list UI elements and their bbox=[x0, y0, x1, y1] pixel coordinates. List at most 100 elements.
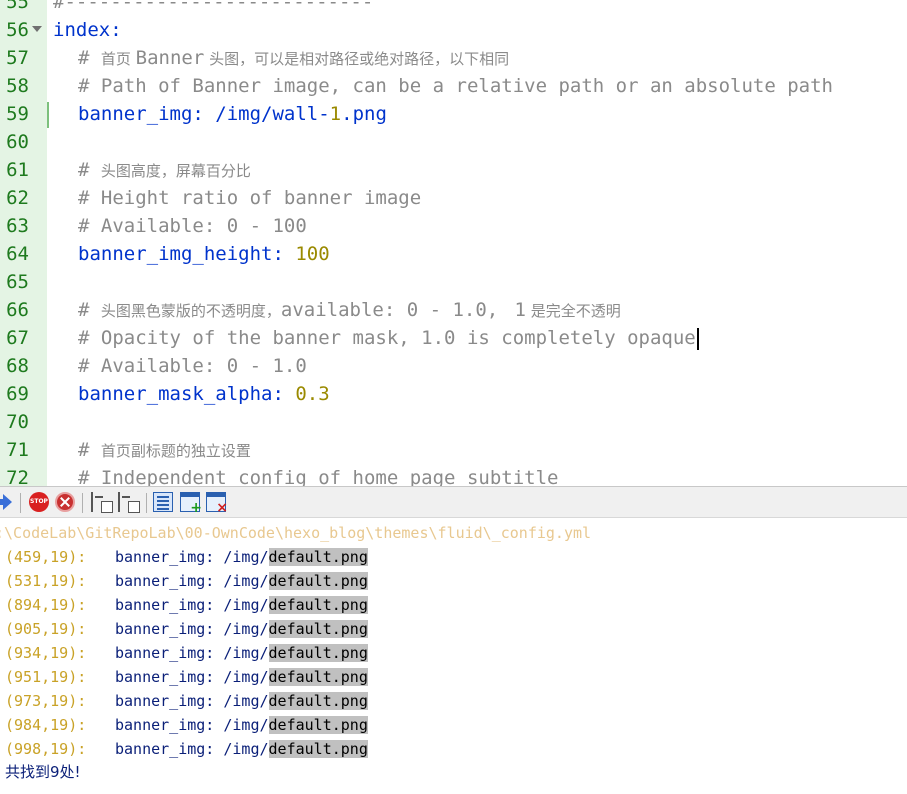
code-text[interactable]: #--------------------------- bbox=[53, 0, 373, 16]
code-text[interactable]: # Available: 0 - 1.0 bbox=[78, 352, 307, 380]
code-line[interactable]: 63 # Available: 0 - 100 bbox=[0, 212, 907, 240]
code-line[interactable]: 71 # 首页副标题的独立设置 bbox=[0, 436, 907, 464]
comment-text: 头图高度，屏幕百分比 bbox=[100, 162, 251, 180]
hit-match: default.png bbox=[268, 692, 368, 710]
code-line[interactable]: 67 # Opacity of the banner mask, 1.0 is c… bbox=[0, 324, 907, 352]
hit-match: default.png bbox=[268, 596, 368, 614]
arrow-icon[interactable] bbox=[0, 494, 12, 510]
close-circle-icon[interactable] bbox=[55, 492, 75, 512]
expand-tree-icon[interactable] bbox=[118, 492, 140, 513]
code-text[interactable]: index: bbox=[53, 16, 122, 44]
hit-position: (984,19): bbox=[5, 716, 87, 734]
find-results-panel[interactable]: :\CodeLab\GitRepoLab\00-OwnCode\hexo_blo… bbox=[0, 518, 907, 794]
code-line[interactable]: 66 # 头图黑色蒙版的不透明度，available: 0 - 1.0, 1 是完… bbox=[0, 296, 907, 324]
code-line[interactable]: 58 # Path of Banner image, can be a relat… bbox=[0, 72, 907, 100]
result-hit-row[interactable]: (973,19): banner_img: /img/default.png bbox=[0, 689, 907, 713]
code-editor[interactable]: 55 #--------------------------- 56 index: 57… bbox=[0, 0, 907, 486]
window-close-icon[interactable] bbox=[206, 492, 228, 516]
comment-marker: # bbox=[78, 187, 101, 209]
comment-marker: # bbox=[78, 215, 101, 237]
minus-mark bbox=[103, 505, 109, 507]
code-text[interactable]: # Independent config of home page subtit… bbox=[78, 464, 558, 486]
toolbar-separator bbox=[20, 493, 21, 513]
hit-match: default.png bbox=[268, 740, 368, 758]
result-hit-row[interactable]: (998,19): banner_img: /img/default.png bbox=[0, 737, 907, 761]
hit-context: banner_img: /img/ bbox=[115, 596, 269, 614]
code-text[interactable]: # Opacity of the banner mask, 1.0 is com… bbox=[78, 324, 699, 352]
hit-text: banner_img: /img/default.png bbox=[115, 569, 368, 593]
result-hit-row[interactable]: (984,19): banner_img: /img/default.png bbox=[0, 713, 907, 737]
result-hit-row[interactable]: (905,19): banner_img: /img/default.png bbox=[0, 617, 907, 641]
hit-text: banner_img: /img/default.png bbox=[115, 665, 368, 689]
line-number: 67 bbox=[6, 327, 29, 349]
comment-text: 头图黑色蒙版的不透明度， bbox=[100, 302, 281, 320]
code-text[interactable]: banner_img_height: 100 bbox=[78, 240, 330, 268]
code-line[interactable]: 70 bbox=[0, 408, 907, 436]
result-summary: 共找到9处! bbox=[5, 763, 81, 781]
code-text[interactable]: # Height ratio of banner image bbox=[78, 184, 421, 212]
line-number: 68 bbox=[6, 355, 29, 377]
result-hit-row[interactable]: (459,19): banner_img: /img/default.png bbox=[0, 545, 907, 569]
hit-position: (894,19): bbox=[5, 596, 87, 614]
code-line[interactable]: 64 banner_img_height: 100 bbox=[0, 240, 907, 268]
config-number: 100 bbox=[295, 243, 330, 265]
comment-marker: # bbox=[78, 299, 101, 321]
line-number: 65 bbox=[6, 271, 29, 293]
code-text[interactable]: # 头图黑色蒙版的不透明度，available: 0 - 1.0, 1 是完全不… bbox=[78, 296, 621, 324]
code-text[interactable]: # Path of Banner image, can be a relativ… bbox=[78, 72, 833, 100]
stop-icon[interactable]: STOP bbox=[29, 492, 49, 512]
hit-match: default.png bbox=[268, 548, 368, 566]
collapse-tree-icon[interactable] bbox=[91, 492, 113, 513]
result-hit-row[interactable]: (934,19): banner_img: /img/default.png bbox=[0, 641, 907, 665]
code-line[interactable]: 60 bbox=[0, 128, 907, 156]
hit-match: default.png bbox=[268, 572, 368, 590]
line-number: 70 bbox=[6, 411, 29, 433]
code-line[interactable]: 72 # Independent config of home page subt… bbox=[0, 464, 907, 486]
config-key: banner_img_height bbox=[78, 243, 273, 265]
comment-text: 首页副标题的独立设置 bbox=[100, 442, 251, 460]
find-results-toolbar: STOP bbox=[0, 486, 907, 518]
hit-position: (531,19): bbox=[5, 572, 87, 590]
hit-context: banner_img: /img/ bbox=[115, 572, 269, 590]
config-number: 0.3 bbox=[295, 383, 330, 405]
hit-text: banner_img: /img/default.png bbox=[115, 593, 368, 617]
config-value: /img/wall- bbox=[215, 103, 330, 125]
comment-text: Height ratio of banner image bbox=[100, 187, 422, 209]
code-text[interactable]: banner_mask_alpha: 0.3 bbox=[78, 380, 330, 408]
result-hit-row[interactable]: (894,19): banner_img: /img/default.png bbox=[0, 593, 907, 617]
code-line[interactable]: 69 banner_mask_alpha: 0.3 bbox=[0, 380, 907, 408]
code-text[interactable]: # 头图高度，屏幕百分比 bbox=[78, 156, 251, 184]
hit-match: default.png bbox=[268, 620, 368, 638]
hit-match: default.png bbox=[268, 668, 368, 686]
line-number: 62 bbox=[6, 187, 29, 209]
code-text[interactable]: # 首页副标题的独立设置 bbox=[78, 436, 251, 464]
code-line[interactable]: 55 #--------------------------- bbox=[0, 0, 907, 16]
result-hit-row[interactable]: (951,19): banner_img: /img/default.png bbox=[0, 665, 907, 689]
result-file-path[interactable]: :\CodeLab\GitRepoLab\00-OwnCode\hexo_blo… bbox=[0, 521, 591, 545]
hit-text: banner_img: /img/default.png bbox=[115, 545, 368, 569]
code-line[interactable]: 56 index: bbox=[0, 16, 907, 44]
code-text[interactable]: # Available: 0 - 100 bbox=[78, 212, 307, 240]
fold-toggle-icon[interactable] bbox=[32, 26, 42, 32]
comment-text: 是完全不透明 bbox=[525, 302, 621, 320]
code-lines[interactable]: 55 #--------------------------- 56 index: 57… bbox=[0, 0, 907, 486]
window-add-icon[interactable] bbox=[180, 492, 202, 516]
comment-text: Independent config of home page subtitle bbox=[100, 467, 559, 486]
code-line[interactable]: 68 # Available: 0 - 1.0 bbox=[0, 352, 907, 380]
code-line[interactable]: 65 bbox=[0, 268, 907, 296]
result-hit-row[interactable]: (531,19): banner_img: /img/default.png bbox=[0, 569, 907, 593]
line-number: 64 bbox=[6, 243, 29, 265]
comment-marker: # bbox=[78, 327, 101, 349]
code-text[interactable]: banner_img: /img/wall-1.png bbox=[78, 100, 387, 128]
code-line[interactable]: 61 # 头图高度，屏幕百分比 bbox=[0, 156, 907, 184]
code-line[interactable]: 57 # 首页 Banner 头图，可以是相对路径或绝对路径，以下相同 bbox=[0, 44, 907, 72]
hit-match: default.png bbox=[268, 644, 368, 662]
code-line[interactable]: 62 # Height ratio of banner image bbox=[0, 184, 907, 212]
comment-text: Banner bbox=[135, 47, 205, 69]
list-icon[interactable] bbox=[153, 492, 173, 512]
hit-context: banner_img: /img/ bbox=[115, 548, 269, 566]
code-line[interactable]: 59 banner_img: /img/wall-1.png bbox=[0, 100, 907, 128]
code-text[interactable]: # 首页 Banner 头图，可以是相对路径或绝对路径，以下相同 bbox=[78, 44, 509, 72]
toolbar-separator bbox=[146, 493, 147, 513]
text-cursor bbox=[696, 327, 699, 350]
